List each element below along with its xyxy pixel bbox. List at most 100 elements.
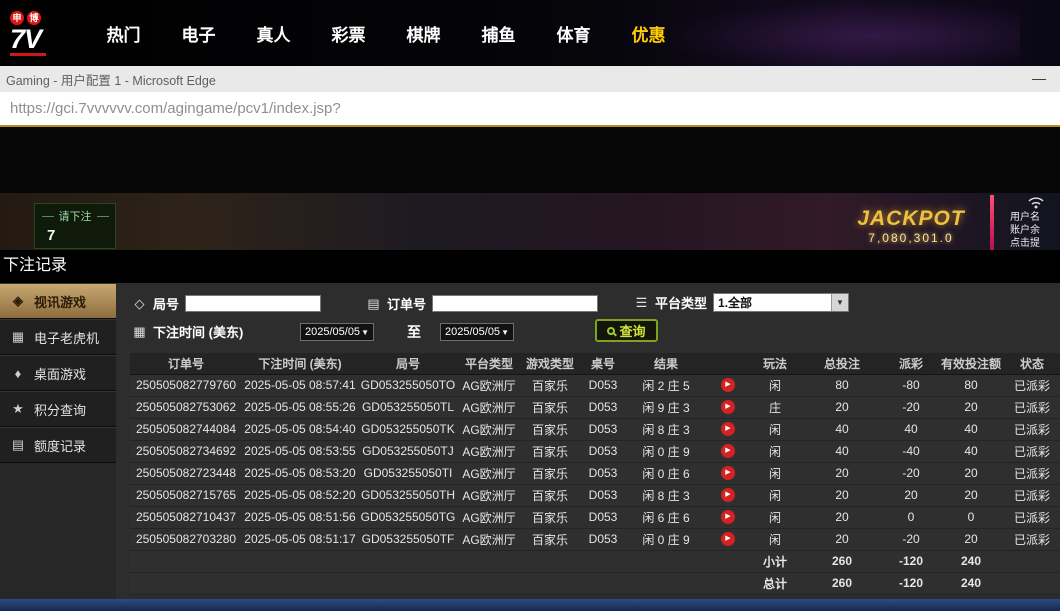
cell-platform: AG欧洲厅 [458,374,520,396]
status-badge: 已派彩 [1004,484,1060,506]
cell-platform: AG欧洲厅 [458,484,520,506]
cell-replay: ▶ [706,440,750,462]
cell-result: 闲 0 庄 9 [626,528,706,550]
nav-item-棋牌[interactable]: 棋牌 [386,21,461,46]
cell-replay: ▶ [706,462,750,484]
date-from-select[interactable]: 2025/05/05 ▼ [300,323,374,341]
cell-round-no: GD053255050TG [358,506,458,528]
status-badge: 已派彩 [1004,396,1060,418]
minimize-button[interactable]: — [1032,66,1046,92]
cell-bet-time: 2025-05-05 08:51:56 [242,506,358,528]
cell-bet-time: 2025-05-05 08:53:20 [242,462,358,484]
nav-item-优惠[interactable]: 优惠 [611,21,686,46]
cell-total-bet: 20 [800,484,884,506]
brand-logo[interactable]: 申 博 7V [10,11,72,56]
play-video-button[interactable]: ▶ [721,510,735,524]
chevron-down-icon: ▼ [361,328,369,337]
user-info-line: 账户余 [1010,224,1058,237]
cell-bet-side: 闲 [750,418,800,440]
cell-bet-time: 2025-05-05 08:53:55 [242,440,358,462]
date-range-filter: 2025/05/05 ▼ 至 2025/05/05 ▼ [300,322,514,342]
cell-result: 闲 9 庄 3 [626,396,706,418]
nav-item-捕鱼[interactable]: 捕鱼 [461,21,536,46]
sidebar-item-额度记录[interactable]: ▤额度记录 [0,427,116,463]
topnav-items: 热门电子真人彩票棋牌捕鱼体育优惠 [86,21,686,46]
cell-bet-side: 闲 [750,484,800,506]
play-video-button[interactable]: ▶ [721,466,735,480]
play-video-button[interactable]: ▶ [721,444,735,458]
cell-bet-side: 闲 [750,528,800,550]
url-text[interactable]: https://gci.7vvvvvv.com/agingame/pcv1/in… [10,100,341,117]
cell-order-no: 250505082734692 [130,440,242,462]
cell-payout: 20 [884,484,938,506]
game-stream: 请下注 7 JACKPOT 7,080,301.0 用户名账户余点击提 [0,127,1060,250]
table-row: 2505050827440842025-05-05 08:54:40GD0532… [130,418,1060,440]
play-video-button[interactable]: ▶ [721,488,735,502]
date-to-select[interactable]: 2025/05/05 ▼ [440,323,514,341]
sidebar-item-积分查询[interactable]: ★积分查询 [0,391,116,427]
cell-bet-side: 庄 [750,396,800,418]
cell-order-no: 250505082753062 [130,396,242,418]
round-input[interactable] [185,295,321,312]
cell-result: 闲 0 庄 9 [626,440,706,462]
cell-replay: ▶ [706,396,750,418]
calendar-icon: ▦ [132,324,147,340]
cell-payout: -20 [884,396,938,418]
column-header: 派彩 [884,353,938,374]
window-title: Gaming - 用户配置 1 - Microsoft Edge [6,70,216,89]
cell-total-bet: 40 [800,418,884,440]
play-video-button[interactable]: ▶ [721,400,735,414]
cell-order-no: 250505082779760 [130,374,242,396]
user-info-line: 点击提 [1010,237,1058,250]
cell-game-type: 百家乐 [520,396,580,418]
content-area: ◇ 局号 ▤ 订单号 ☰ 平台类型 1.全部 ▼ ▦ 下注时间 (美东) [116,283,1060,599]
cell-payout: -80 [884,374,938,396]
cell-total-bet: 20 [800,528,884,550]
sidebar-item-桌面游戏[interactable]: ♦桌面游戏 [0,355,116,391]
cell-table-no: D053 [580,396,626,418]
bet-records-table: 订单号下注时间 (美东)局号平台类型游戏类型桌号结果玩法总投注派彩有效投注额状态… [130,353,1060,595]
summary-status-spacer [1004,572,1060,594]
jackpot-value: 7,080,301.0 [826,231,996,245]
cell-replay: ▶ [706,484,750,506]
bet-time-filter-label: ▦ 下注时间 (美东) [132,322,243,341]
logo-text: 7V [10,26,72,52]
nav-item-热门[interactable]: 热门 [86,21,161,46]
summary-valid-bet: 240 [938,550,1004,572]
play-video-button[interactable]: ▶ [721,422,735,436]
cell-bet-side: 闲 [750,440,800,462]
cell-total-bet: 20 [800,396,884,418]
order-input[interactable] [432,295,598,312]
cell-total-bet: 80 [800,374,884,396]
nav-item-体育[interactable]: 体育 [536,21,611,46]
platform-filter: ☰ 平台类型 1.全部 ▼ [634,293,849,312]
nav-item-真人[interactable]: 真人 [236,21,311,46]
column-header [706,353,750,374]
cell-bet-side: 闲 [750,374,800,396]
search-icon [607,327,615,335]
cell-valid-bet: 80 [938,374,1004,396]
cell-game-type: 百家乐 [520,528,580,550]
nav-item-彩票[interactable]: 彩票 [311,21,386,46]
window-titlebar: Gaming - 用户配置 1 - Microsoft Edge — [0,66,1060,92]
cell-game-type: 百家乐 [520,462,580,484]
user-info-line: 用户名 [1010,211,1058,224]
address-bar[interactable]: https://gci.7vvvvvv.com/agingame/pcv1/in… [0,92,1060,125]
platform-select[interactable]: 1.全部 ▼ [713,293,849,312]
screen: 申 博 7V 热门电子真人彩票棋牌捕鱼体育优惠 Gaming - 用户配置 1 … [0,0,1060,611]
column-header: 下注时间 (美东) [242,353,358,374]
cell-valid-bet: 20 [938,484,1004,506]
play-video-button[interactable]: ▶ [721,532,735,546]
sidebar-item-电子老虎机[interactable]: ▦电子老虎机 [0,319,116,355]
sidebar-item-视讯游戏[interactable]: ◈视讯游戏 [0,283,116,319]
play-video-button[interactable]: ▶ [721,378,735,392]
date-from-value: 2025/05/05 [305,326,360,338]
summary-spacer [130,572,750,594]
cell-order-no: 250505082703280 [130,528,242,550]
table-row: 2505050827104372025-05-05 08:51:56GD0532… [130,506,1060,528]
user-info-panel: 用户名账户余点击提 [1010,211,1058,250]
nav-item-电子[interactable]: 电子 [161,21,236,46]
search-button[interactable]: 查询 [595,319,658,342]
cell-bet-time: 2025-05-05 08:52:20 [242,484,358,506]
cell-payout: -20 [884,462,938,484]
